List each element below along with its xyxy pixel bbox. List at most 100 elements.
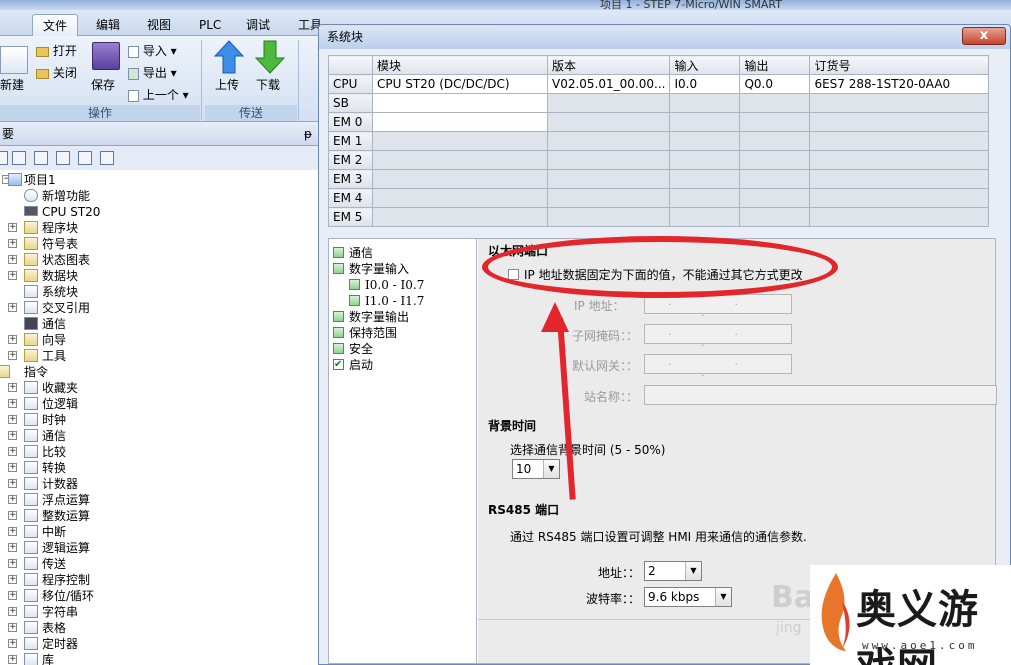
table-cell[interactable] xyxy=(546,150,671,170)
table-cell[interactable] xyxy=(809,207,989,227)
table-cell[interactable] xyxy=(372,93,548,113)
table-row[interactable]: CPU CPU ST20 (DC/DC/DC) V02.05.01_00.00...… xyxy=(328,74,989,94)
expand-icon[interactable]: + xyxy=(8,239,17,248)
table-cell[interactable] xyxy=(739,188,811,208)
table-cell[interactable] xyxy=(669,93,741,113)
table-row[interactable]: SB xyxy=(328,93,989,113)
table-cell[interactable] xyxy=(809,169,989,189)
table-cell[interactable] xyxy=(372,150,548,170)
tab-edit[interactable]: 编辑 xyxy=(86,14,130,36)
save-button[interactable]: 保存 xyxy=(91,76,115,93)
table-cell[interactable] xyxy=(372,169,548,189)
tab-debug[interactable]: 调试 xyxy=(236,14,280,36)
expand-icon[interactable]: + xyxy=(8,591,17,600)
open-button[interactable]: 打开 xyxy=(36,42,77,59)
expand-icon[interactable]: + xyxy=(8,639,17,648)
expand-icon[interactable]: + xyxy=(8,495,17,504)
expand-icon[interactable]: + xyxy=(8,575,17,584)
table-row[interactable]: EM 5 xyxy=(328,207,989,227)
expand-icon[interactable]: + xyxy=(8,223,17,232)
previous-button[interactable]: 上一个 ▾ xyxy=(128,86,189,103)
download-button[interactable]: 下载 xyxy=(256,76,280,93)
table-cell[interactable]: V02.05.01_00.00... xyxy=(546,74,671,94)
close-button[interactable]: x xyxy=(962,27,1006,45)
table-cell[interactable] xyxy=(546,188,671,208)
table-row[interactable]: EM 2 xyxy=(328,150,989,170)
table-cell[interactable] xyxy=(669,112,741,132)
import-button[interactable]: 导入 ▾ xyxy=(128,42,177,59)
table-row[interactable]: EM 4 xyxy=(328,188,989,208)
expand-icon[interactable]: + xyxy=(8,511,17,520)
upload-button[interactable]: 上传 xyxy=(215,76,239,93)
table-cell[interactable] xyxy=(546,169,671,189)
table-cell[interactable] xyxy=(809,112,989,132)
table-cell[interactable] xyxy=(669,169,741,189)
gateway-field[interactable]: . . . xyxy=(644,354,792,379)
tool-icon[interactable] xyxy=(12,151,26,165)
expand-icon[interactable]: + xyxy=(8,255,17,264)
table-cell[interactable] xyxy=(739,150,811,170)
expand-icon[interactable]: + xyxy=(8,271,17,280)
expand-icon[interactable]: + xyxy=(8,351,17,360)
address-select[interactable]: 2 ▼ xyxy=(644,561,702,581)
table-cell[interactable] xyxy=(372,188,548,208)
table-cell[interactable]: CPU ST20 (DC/DC/DC) xyxy=(372,74,548,94)
expand-icon[interactable]: + xyxy=(8,623,17,632)
table-row[interactable]: EM 1 xyxy=(328,131,989,151)
station-name-field[interactable] xyxy=(644,385,997,405)
subnet-mask-field[interactable]: . . . xyxy=(644,324,792,349)
expand-icon[interactable]: + xyxy=(8,335,17,344)
table-cell[interactable] xyxy=(739,169,811,189)
expand-icon[interactable]: + xyxy=(8,447,17,456)
expand-icon[interactable]: + xyxy=(8,655,17,664)
table-cell[interactable] xyxy=(809,188,989,208)
expand-icon[interactable]: + xyxy=(8,607,17,616)
table-cell[interactable]: Q0.0 xyxy=(739,74,811,94)
table-cell[interactable] xyxy=(546,112,671,132)
tool-icon[interactable] xyxy=(78,151,92,165)
table-cell[interactable]: 6ES7 288-1ST20-0AA0 xyxy=(809,74,989,94)
tab-view[interactable]: 视图 xyxy=(137,14,181,36)
table-cell[interactable] xyxy=(546,207,671,227)
table-cell[interactable] xyxy=(669,150,741,170)
table-cell[interactable] xyxy=(669,188,741,208)
tool-icon[interactable] xyxy=(34,151,48,165)
tab-file[interactable]: 文件 xyxy=(32,14,79,36)
expand-icon[interactable]: + xyxy=(8,383,17,392)
table-cell[interactable] xyxy=(739,93,811,113)
tool-icon[interactable] xyxy=(56,151,70,165)
expand-icon[interactable]: + xyxy=(8,415,17,424)
new-button[interactable]: 新建 xyxy=(0,76,24,93)
tool-icon[interactable] xyxy=(100,151,114,165)
table-cell[interactable] xyxy=(739,207,811,227)
table-cell[interactable] xyxy=(809,93,989,113)
table-cell[interactable] xyxy=(739,131,811,151)
table-cell[interactable] xyxy=(372,112,548,132)
table-cell[interactable] xyxy=(809,150,989,170)
expand-icon[interactable]: + xyxy=(8,303,17,312)
expand-icon[interactable]: + xyxy=(8,399,17,408)
background-time-select[interactable]: 10 ▼ xyxy=(512,459,560,479)
expand-icon[interactable]: + xyxy=(8,463,17,472)
table-cell[interactable] xyxy=(546,93,671,113)
table-row[interactable]: EM 3 xyxy=(328,169,989,189)
export-button[interactable]: 导出 ▾ xyxy=(128,64,177,81)
pin-icon[interactable]: ᵽ xyxy=(304,122,312,146)
expand-icon[interactable]: + xyxy=(8,479,17,488)
tool-icon[interactable] xyxy=(0,151,8,165)
table-row[interactable]: EM 0 xyxy=(328,112,989,132)
table-cell[interactable] xyxy=(809,131,989,151)
expand-icon[interactable]: + xyxy=(8,527,17,536)
table-cell[interactable] xyxy=(372,207,548,227)
expand-icon[interactable]: + xyxy=(8,543,17,552)
table-cell[interactable]: I0.0 xyxy=(669,74,741,94)
tab-plc[interactable]: PLC xyxy=(189,14,231,36)
expand-icon[interactable]: + xyxy=(8,559,17,568)
table-cell[interactable] xyxy=(372,131,548,151)
table-cell[interactable] xyxy=(739,112,811,132)
baud-rate-select[interactable]: 9.6 kbps ▼ xyxy=(644,587,732,607)
table-cell[interactable] xyxy=(546,131,671,151)
table-cell[interactable] xyxy=(669,131,741,151)
table-cell[interactable] xyxy=(669,207,741,227)
close-button[interactable]: 关闭 xyxy=(36,64,77,81)
